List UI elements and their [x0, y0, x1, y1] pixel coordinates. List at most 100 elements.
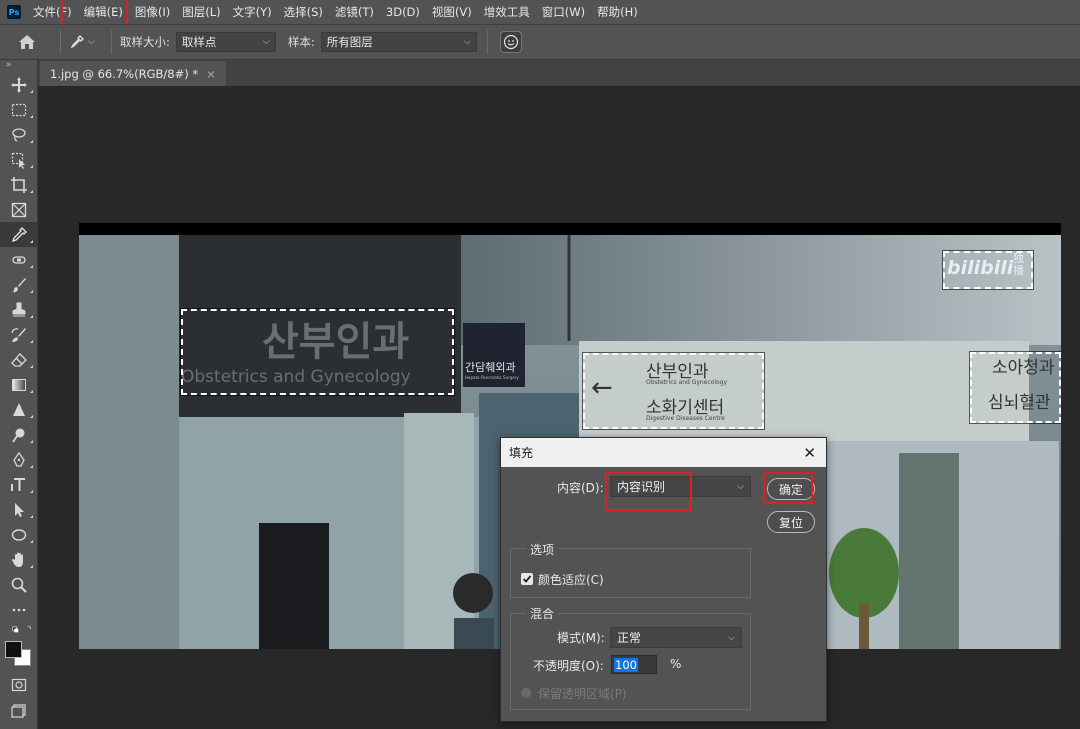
submenu-indicator [30, 365, 33, 368]
screen-mode-button[interactable] [0, 697, 38, 722]
zoom-tool[interactable] [0, 572, 38, 597]
submenu-indicator [30, 190, 33, 193]
menu-3d[interactable]: 3D(D) [382, 0, 428, 24]
history-brush-tool[interactable] [0, 322, 38, 347]
history-brush-icon [11, 327, 26, 342]
selection-right-sign [582, 352, 765, 430]
foreground-color-swatch[interactable] [5, 641, 22, 658]
frame-tool[interactable] [0, 197, 38, 222]
mode-value: 正常 [617, 631, 642, 645]
eyedropper-icon [11, 226, 27, 242]
move-tool[interactable] [0, 72, 38, 97]
submenu-indicator [30, 165, 33, 168]
eraser-icon [11, 352, 27, 367]
photoshop-logo: Ps [7, 5, 21, 19]
gradient-icon [12, 378, 26, 391]
marquee-tool[interactable] [0, 97, 38, 122]
object-select-icon [11, 152, 25, 169]
show-sampling-ring-button[interactable] [499, 31, 522, 53]
rect-marquee-icon [11, 103, 27, 116]
opacity-unit: % [670, 657, 682, 671]
submenu-indicator [30, 540, 33, 543]
menu-image[interactable]: 图像(I) [131, 0, 178, 24]
color-swatches[interactable] [0, 638, 38, 672]
crop-icon [11, 176, 27, 193]
sample-value: 所有图层 [326, 35, 373, 49]
menu-select[interactable]: 选择(S) [280, 0, 331, 24]
dodge-tool[interactable] [0, 422, 38, 447]
checkmark-icon [522, 575, 532, 583]
brush-tool[interactable] [0, 272, 38, 297]
opacity-input[interactable]: 100 [611, 655, 657, 674]
object-select-tool[interactable] [0, 147, 38, 172]
ellipse-icon [11, 528, 27, 541]
menu-window[interactable]: 窗口(W) [538, 0, 593, 24]
menu-view[interactable]: 视图(V) [428, 0, 480, 24]
reset-button[interactable]: 复位 [767, 511, 815, 533]
pen-tool[interactable] [0, 447, 38, 472]
collapse-icon[interactable]: » [0, 60, 37, 72]
tool-preset-picker[interactable]: ⌵ [69, 31, 103, 53]
menu-plugins[interactable]: 增效工具 [480, 0, 538, 24]
eyedropper-icon [70, 35, 84, 49]
path-select-tool[interactable] [0, 497, 38, 522]
content-label: 内容(D): [557, 481, 604, 495]
eyedropper-tool[interactable] [0, 222, 38, 247]
stamp-tool[interactable] [0, 297, 38, 322]
chevron-down-icon: ⌵ [463, 37, 471, 47]
fill-dialog: 填充 ✕ 内容(D): 内容识别 ⌵ 确定 复位 选项 颜色适应(C) 混合 模… [500, 437, 827, 722]
opacity-label: 不透明度(O): [533, 659, 604, 673]
preserve-transparency-label[interactable]: 保留透明区域(P) [538, 685, 627, 702]
preserve-transparency-checkbox[interactable] [521, 688, 531, 698]
submenu-indicator [30, 565, 33, 568]
menu-help[interactable]: 帮助(H) [593, 0, 646, 24]
close-icon[interactable]: ✕ [803, 444, 816, 462]
submenu-indicator [30, 340, 33, 343]
gradient-tool[interactable] [0, 372, 38, 397]
blur-tool[interactable] [0, 397, 38, 422]
color-adapt-checkbox[interactable] [521, 573, 533, 585]
quick-mask-button[interactable] [0, 672, 38, 697]
divider [486, 30, 488, 54]
ok-button[interactable]: 确定 [767, 478, 815, 500]
close-tab-icon[interactable]: × [206, 67, 216, 81]
menu-layer[interactable]: 图层(L) [178, 0, 228, 24]
move-icon [11, 76, 27, 93]
chevron-down-icon: ⌵ [737, 481, 744, 492]
document-tab[interactable]: 1.jpg @ 66.7%(RGB/8#) * × [40, 61, 226, 86]
healing-brush-tool[interactable] [0, 247, 38, 272]
lasso-icon [12, 127, 26, 142]
submenu-indicator [30, 240, 33, 243]
color-adapt-label[interactable]: 颜色适应(C) [538, 571, 604, 588]
submenu-indicator [30, 90, 33, 93]
menu-filter[interactable]: 滤镜(T) [331, 0, 382, 24]
type-tool[interactable] [0, 472, 38, 497]
crop-tool[interactable] [0, 172, 38, 197]
screen-mode-icon [11, 703, 26, 718]
content-select[interactable]: 内容识别 ⌵ [610, 476, 751, 497]
dialog-title-bar[interactable]: 填充 ✕ [501, 438, 826, 467]
swap-colors-button[interactable] [0, 622, 38, 638]
dialog-title: 填充 [509, 446, 534, 460]
home-icon[interactable] [16, 31, 38, 53]
submenu-indicator [30, 390, 33, 393]
hand-tool[interactable] [0, 547, 38, 572]
document-tab-bar: 1.jpg @ 66.7%(RGB/8#) * × [38, 60, 1080, 86]
chevron-down-icon: ⌵ [728, 632, 735, 643]
lasso-tool[interactable] [0, 122, 38, 147]
tools-panel: » [0, 60, 38, 729]
submenu-indicator [30, 515, 33, 518]
ellipse-tool[interactable] [0, 522, 38, 547]
menu-edit[interactable]: 编辑(E) [80, 0, 131, 24]
eraser-tool[interactable] [0, 347, 38, 372]
mode-select[interactable]: 正常 ⌵ [610, 627, 742, 648]
sample-size-select[interactable]: 取样点 ⌵ [175, 32, 276, 52]
selection-main-sign [180, 308, 455, 396]
menu-file[interactable]: 文件(F) [29, 0, 80, 24]
brush-icon [12, 277, 26, 292]
submenu-indicator [30, 465, 33, 468]
sample-select[interactable]: 所有图层 ⌵ [320, 32, 477, 52]
menu-type[interactable]: 文字(Y) [229, 0, 280, 24]
edit-toolbar-button[interactable] [0, 597, 38, 622]
submenu-indicator [30, 440, 33, 443]
